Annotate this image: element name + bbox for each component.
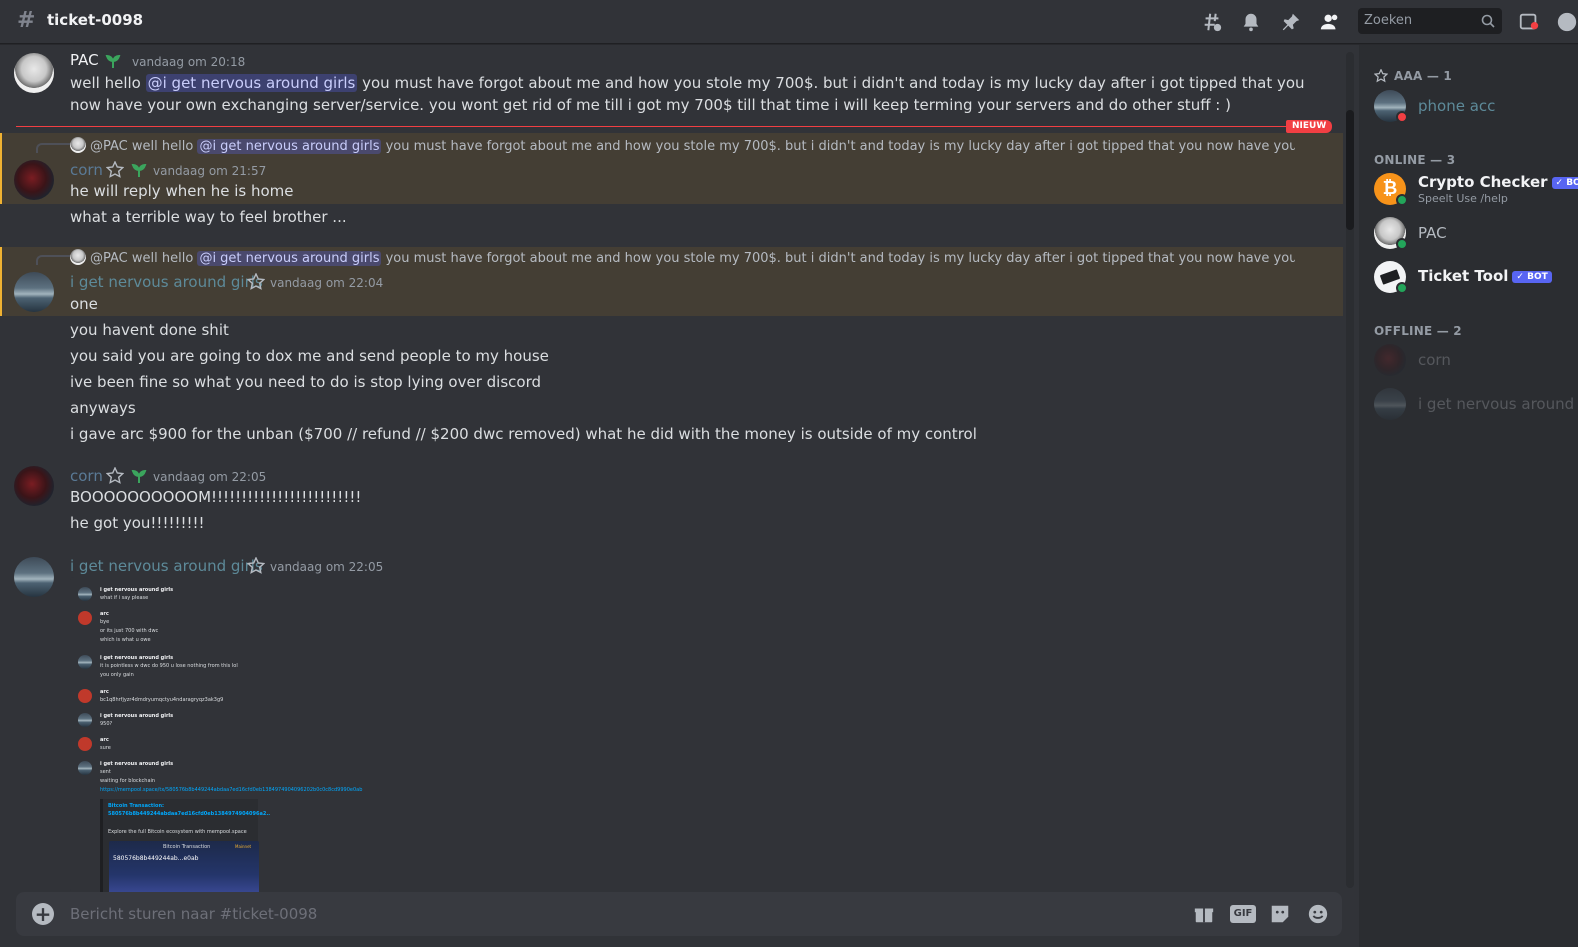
dnd-status-icon — [1396, 111, 1408, 123]
attachment-avatar — [78, 587, 92, 601]
message-content: BOOOOOOOOOOM!!!!!!!!!!!!!!!!!!!!!!!!! — [70, 488, 362, 506]
pin-icon[interactable] — [1280, 11, 1302, 33]
attachment-avatar — [78, 761, 92, 775]
reply-preview[interactable]: @PAC well hello @i get nervous around gi… — [70, 249, 1295, 266]
avatar-girls[interactable] — [14, 557, 54, 597]
threads-icon[interactable] — [1201, 11, 1223, 33]
embed-preview-image: Bitcoin Transaction Mainnet 580576b8b449… — [109, 841, 259, 893]
channel-title: ticket-0098 — [47, 11, 144, 29]
message-list[interactable]: PAC vandaag om 20:18 well hello @i get n… — [0, 45, 1345, 893]
sprout-role-icon — [131, 469, 147, 483]
emoji-icon[interactable] — [1306, 903, 1330, 925]
message-input[interactable]: + Bericht sturen naar #ticket-0098 GIF — [16, 892, 1342, 936]
message-content: what a terrible way to feel brother ... — [70, 208, 347, 226]
timestamp: vandaag om 20:18 — [132, 55, 246, 69]
member-name: Crypto Checker✓ BOT — [1418, 173, 1578, 191]
reply-avatar — [70, 249, 86, 265]
bell-icon[interactable] — [1240, 11, 1262, 33]
online-status-icon — [1396, 238, 1408, 250]
channel-header: # ticket-0098 Zoeken — [0, 0, 1578, 44]
avatar — [1374, 388, 1406, 420]
member-name: Ticket Tool ✓ BOT — [1418, 267, 1552, 285]
attachment-avatar — [78, 713, 92, 727]
sticker-icon[interactable] — [1268, 903, 1292, 925]
timestamp: vandaag om 22:05 — [153, 470, 267, 484]
message-content: you havent done shit — [70, 321, 229, 339]
avatar-corn[interactable] — [14, 466, 54, 506]
message-content: he got you!!!!!!!!! — [70, 514, 205, 532]
bot-badge: ✓ BOT — [1512, 271, 1552, 283]
online-status-icon — [1396, 194, 1408, 206]
search-icon — [1481, 14, 1495, 28]
sprout-role-icon — [131, 163, 147, 177]
author-name[interactable]: i get nervous around girls — [70, 557, 263, 575]
reply-spine — [36, 255, 70, 265]
author-name[interactable]: corn — [70, 161, 103, 179]
avatar — [1374, 344, 1406, 376]
message-content: i gave arc $900 for the unban ($700 // r… — [70, 425, 977, 443]
online-status-icon — [1396, 282, 1408, 294]
star-role-icon — [106, 161, 124, 178]
add-attachment-button[interactable]: + — [32, 903, 54, 925]
member-name: i get nervous around g — [1418, 395, 1578, 413]
attachment-avatar — [78, 737, 92, 751]
new-messages-badge: NIEUW — [1286, 120, 1333, 133]
new-messages-divider — [16, 126, 1328, 127]
author-name[interactable]: i get nervous around girls — [70, 273, 263, 291]
author-name[interactable]: PAC — [70, 51, 99, 69]
member-group-header: OFFLINE — 2 — [1374, 324, 1462, 338]
member-group-header: AAA — 1 — [1394, 69, 1452, 83]
inbox-icon[interactable] — [1518, 11, 1540, 33]
link-embed: Bitcoin Transaction: 580576b8b449244abda… — [100, 799, 270, 893]
attachment-avatar — [78, 655, 92, 669]
message-content: anyways — [70, 399, 136, 417]
message-content: one — [70, 295, 98, 313]
message-input-placeholder: Bericht sturen naar #ticket-0098 — [70, 905, 318, 923]
search-placeholder: Zoeken — [1364, 13, 1413, 28]
user-mention[interactable]: @i get nervous around girls — [145, 74, 358, 92]
star-role-icon — [1374, 69, 1388, 83]
star-role-icon — [247, 273, 265, 290]
attachment-avatar — [78, 689, 92, 703]
message-content: you said you are going to dox me and sen… — [70, 347, 549, 365]
bot-badge: ✓ BOT — [1551, 177, 1578, 189]
member-name: corn — [1418, 351, 1451, 369]
member-list: AAA — 1 phone acc ONLINE — 3 ₿ Crypto Ch… — [1359, 45, 1578, 947]
author-name[interactable]: corn — [70, 467, 103, 485]
member-name: phone acc — [1418, 97, 1496, 115]
star-role-icon — [247, 557, 265, 574]
search-input[interactable]: Zoeken — [1358, 8, 1502, 34]
reply-spine — [36, 143, 70, 153]
channel-hash-icon: # — [17, 8, 36, 33]
message-content: ive been fine so what you need to do is … — [70, 373, 541, 391]
star-role-icon — [106, 467, 124, 484]
member-group-header: ONLINE — 3 — [1374, 153, 1456, 167]
reply-avatar — [70, 137, 86, 153]
message-content: well hello @i get nervous around girls y… — [70, 74, 1305, 114]
gif-button[interactable]: GIF — [1230, 905, 1256, 923]
avatar-girls[interactable] — [14, 272, 54, 312]
attachment-avatar — [78, 611, 92, 625]
timestamp: vandaag om 22:04 — [270, 276, 384, 290]
avatar-corn[interactable] — [14, 160, 54, 200]
gift-icon[interactable] — [1192, 903, 1216, 925]
sprout-role-icon — [105, 54, 121, 68]
timestamp: vandaag om 22:05 — [270, 560, 384, 574]
scrollbar-thumb[interactable] — [1346, 110, 1354, 230]
member-name: PAC — [1418, 224, 1447, 242]
avatar-pac[interactable] — [14, 53, 54, 93]
message-content: he will reply when he is home — [70, 182, 294, 200]
help-icon[interactable] — [1556, 11, 1578, 33]
member-activity: Speelt Use /help — [1418, 192, 1508, 205]
reply-preview[interactable]: @PAC well hello @i get nervous around gi… — [70, 137, 1295, 154]
member-list-icon[interactable] — [1319, 11, 1341, 33]
image-attachment[interactable]: i get nervous around girls what if i say… — [70, 577, 380, 893]
timestamp: vandaag om 21:57 — [153, 164, 267, 178]
